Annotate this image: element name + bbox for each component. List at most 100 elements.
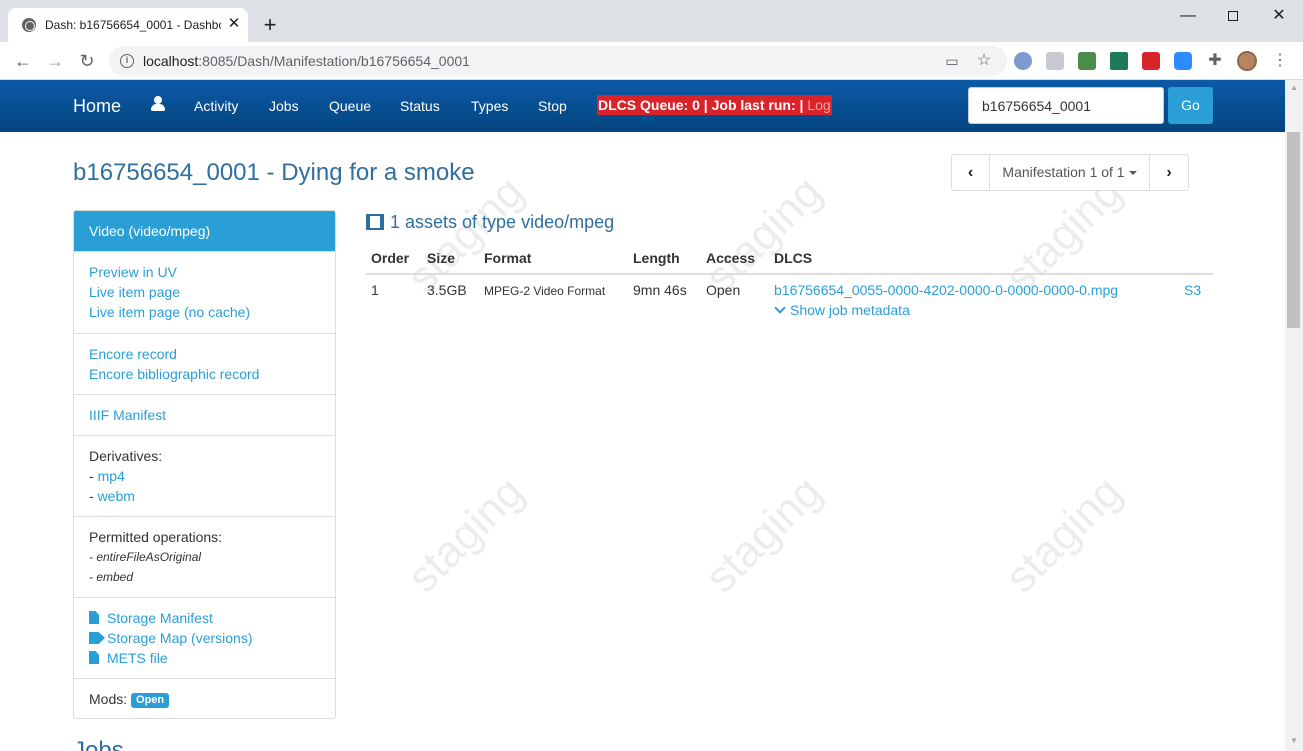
mods-label: Mods: — [89, 691, 128, 707]
storage-map-label: Storage Map (versions) — [107, 630, 253, 646]
user-icon[interactable] — [150, 96, 166, 112]
extension-icon-1[interactable] — [1014, 52, 1032, 70]
caret-down-icon — [1128, 171, 1137, 176]
column-header-length: Length — [633, 250, 680, 266]
window-close-button[interactable]: ✕ — [1268, 7, 1290, 29]
url-host: localhost — [143, 53, 199, 69]
permitted-ops-group: Permitted operations: - entireFileAsOrig… — [74, 516, 335, 597]
watermark: staging — [398, 467, 534, 603]
chevron-right-icon[interactable]: › — [1150, 155, 1188, 190]
derivatives-label: Derivatives: — [89, 448, 163, 464]
column-header-format: Format — [484, 250, 532, 266]
file-icon — [89, 611, 99, 624]
browser-toolbar: ← → ↻ i localhost:8085/Dash/Manifestatio… — [0, 42, 1303, 80]
cell-size: 3.5GB — [427, 282, 467, 298]
nav-jobs[interactable]: Jobs — [269, 98, 299, 114]
assets-heading: 1 assets of type video/mpeg — [366, 212, 614, 233]
extension-icon-3[interactable] — [1078, 52, 1096, 70]
column-header-order: Order — [371, 250, 410, 266]
nav-status[interactable]: Status — [400, 98, 440, 114]
back-arrow-icon[interactable]: ← — [12, 50, 34, 72]
chevron-left-icon[interactable]: ‹ — [952, 155, 990, 190]
nav-activity[interactable]: Activity — [194, 98, 238, 114]
s3-link[interactable]: S3 — [1184, 282, 1201, 298]
mods-group: Mods: Open — [74, 678, 335, 718]
live-item-page-nocache-link[interactable]: Live item page (no cache) — [89, 302, 250, 322]
scroll-down-arrow-icon[interactable]: ▼ — [1285, 735, 1303, 747]
watermark: staging — [996, 467, 1132, 603]
manifestation-pager: ‹ Manifestation 1 of 1 › — [951, 154, 1189, 191]
mets-file-link[interactable]: METS file — [89, 648, 168, 668]
assets-heading-text: 1 assets of type video/mpeg — [390, 212, 615, 232]
mods-status-badge[interactable]: Open — [131, 693, 170, 708]
search-input[interactable] — [968, 87, 1164, 124]
iiif-group: IIIF Manifest — [74, 394, 335, 435]
puzzle-extensions-icon[interactable]: ✚ — [1206, 52, 1224, 70]
bookmark-star-icon[interactable]: ☆ — [975, 52, 993, 70]
manifestation-dropdown[interactable]: Manifestation 1 of 1 — [990, 155, 1150, 190]
storage-links-group: Storage Manifest Storage Map (versions) … — [74, 597, 335, 678]
storage-map-link[interactable]: Storage Map (versions) — [89, 628, 253, 648]
manifestation-panel: Video (video/mpeg) Preview in UV Live it… — [73, 210, 336, 719]
watermark: staging — [696, 467, 832, 603]
cast-icon[interactable]: ▭ — [943, 52, 961, 70]
nav-queue[interactable]: Queue — [329, 98, 371, 114]
preview-in-uv-link[interactable]: Preview in UV — [89, 262, 177, 282]
browser-tab[interactable]: Dash: b16756654_0001 - Dashbo ✕ — [8, 8, 248, 42]
app-navbar: Home Activity Jobs Queue Status Types St… — [0, 80, 1285, 132]
reload-icon[interactable]: ↻ — [76, 50, 98, 72]
nav-stop[interactable]: Stop — [538, 98, 567, 114]
chevron-down-icon — [774, 302, 786, 314]
jobs-heading: Jobs — [73, 737, 124, 751]
home-link[interactable]: Home — [73, 96, 121, 117]
derivatives-group: Derivatives: - mp4 - webm — [74, 435, 335, 516]
permitted-op: - embed — [89, 570, 134, 584]
table-header-divider — [366, 273, 1213, 275]
nav-types[interactable]: Types — [471, 98, 508, 114]
maximize-button[interactable] — [1222, 7, 1244, 29]
derivative-webm-link[interactable]: webm — [98, 488, 135, 504]
show-job-metadata-toggle[interactable]: Show job metadata — [774, 302, 910, 318]
encore-links-group: Encore record Encore bibliographic recor… — [74, 333, 335, 394]
file-icon — [89, 651, 99, 664]
scroll-up-arrow-icon[interactable]: ▲ — [1285, 82, 1303, 94]
encore-record-link[interactable]: Encore record — [89, 344, 177, 364]
film-icon — [366, 214, 384, 230]
forward-arrow-icon[interactable]: → — [44, 50, 66, 72]
derivative-item: - webm — [89, 488, 135, 504]
minimize-button[interactable]: — — [1177, 7, 1199, 29]
cell-order: 1 — [371, 282, 379, 298]
browser-titlebar: Dash: b16756654_0001 - Dashbo ✕ + — ✕ — [0, 0, 1303, 42]
dlcs-status-text: DLCS Queue: 0 | Job last run: | — [598, 97, 808, 113]
extension-icon-5[interactable] — [1142, 52, 1160, 70]
manifestation-label: Manifestation 1 of 1 — [1002, 164, 1125, 180]
derivative-mp4-link[interactable]: mp4 — [98, 468, 125, 484]
iiif-manifest-link[interactable]: IIIF Manifest — [89, 405, 166, 425]
profile-avatar[interactable] — [1237, 51, 1257, 71]
mods-row: Mods: Open — [89, 689, 170, 709]
extension-icon-2[interactable] — [1046, 52, 1064, 70]
new-tab-button[interactable]: + — [259, 14, 281, 36]
go-button[interactable]: Go — [1168, 87, 1213, 124]
page-scrollbar[interactable]: ▲ ▼ — [1285, 80, 1303, 751]
info-icon[interactable]: i — [120, 54, 134, 68]
encore-bib-record-link[interactable]: Encore bibliographic record — [89, 364, 259, 384]
zoom-extension-icon[interactable] — [1174, 52, 1192, 70]
address-bar[interactable]: i localhost:8085/Dash/Manifestation/b167… — [109, 46, 1007, 76]
view-links-group: Preview in UV Live item page Live item p… — [74, 251, 335, 333]
extension-icon-4[interactable] — [1110, 52, 1128, 70]
column-header-access: Access — [706, 250, 756, 266]
tab-close-icon[interactable]: ✕ — [225, 15, 243, 33]
tab-title: Dash: b16756654_0001 - Dashbo — [45, 18, 221, 32]
job-metadata-label: Show job metadata — [790, 302, 910, 318]
dlcs-file-link[interactable]: b16756654_0055-0000-4202-0000-0-0000-000… — [774, 282, 1118, 298]
url-text[interactable]: localhost:8085/Dash/Manifestation/b16756… — [143, 53, 470, 69]
mets-file-label: METS file — [107, 650, 168, 666]
derivative-item: - mp4 — [89, 468, 125, 484]
browser-menu-icon[interactable]: ⋮ — [1272, 51, 1288, 71]
scroll-thumb[interactable] — [1287, 132, 1300, 328]
permitted-ops-label: Permitted operations: — [89, 529, 223, 545]
log-link[interactable]: Log — [807, 97, 830, 113]
live-item-page-link[interactable]: Live item page — [89, 282, 180, 302]
storage-manifest-link[interactable]: Storage Manifest — [89, 608, 213, 628]
